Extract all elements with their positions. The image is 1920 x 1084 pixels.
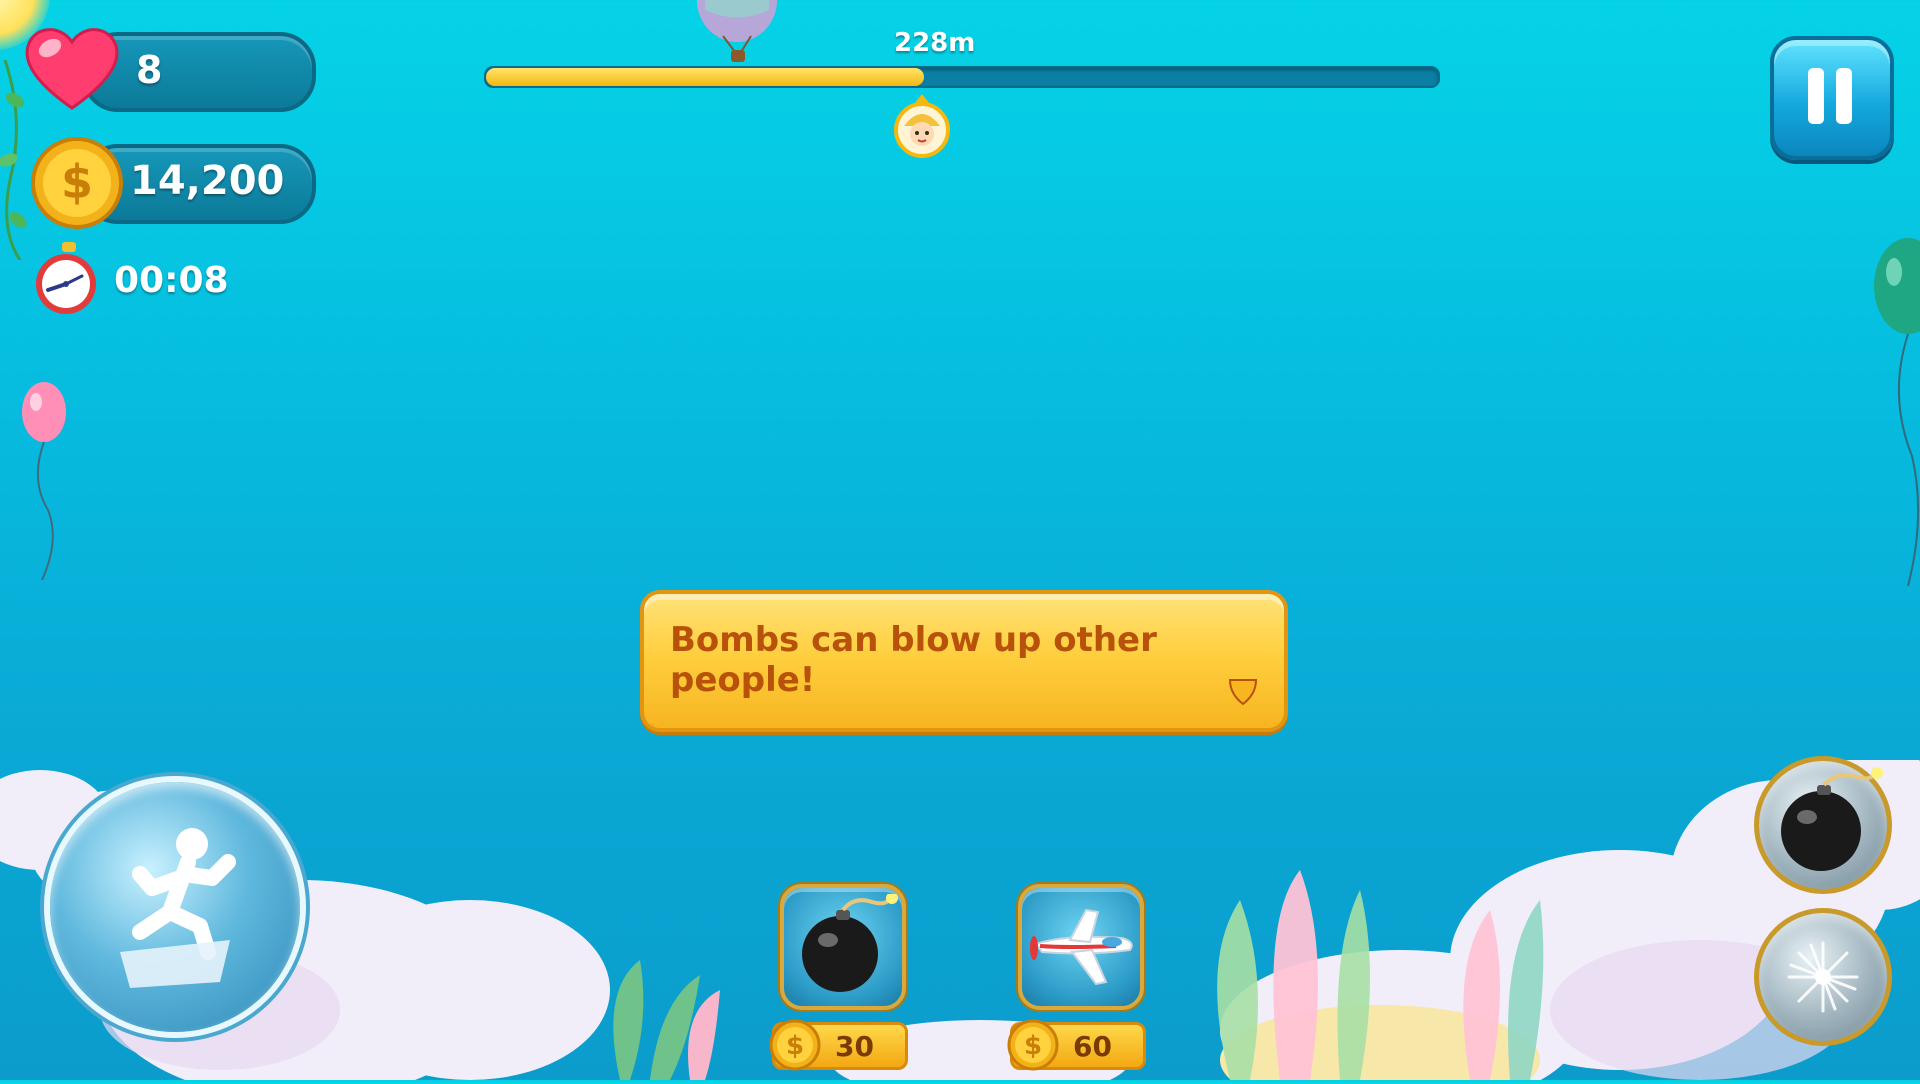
coins-count: 14,200 [130, 158, 285, 204]
hint-tooltip[interactable]: Bombs can blow up other people! [640, 590, 1288, 732]
timer-display: 00:08 [114, 260, 229, 301]
airplane-icon [1026, 904, 1140, 990]
distance-label: 228m [894, 28, 976, 58]
lives-count: 8 [136, 48, 163, 92]
green-balloon-decoration [1868, 236, 1920, 587]
hot-air-balloon-decoration [695, 0, 785, 65]
pause-button[interactable] [1770, 36, 1894, 160]
airplane-price-tag: $ 60 [1007, 1019, 1146, 1071]
player-marker-icon [893, 94, 950, 158]
svg-text:$: $ [786, 1031, 804, 1061]
svg-text:$: $ [61, 155, 93, 209]
bomb-price-tag: $ 30 [769, 1019, 908, 1071]
heart-icon [22, 22, 122, 112]
jump-button[interactable] [50, 782, 300, 1032]
airplane-item-button[interactable] [1018, 884, 1144, 1010]
bomb-action-button[interactable] [1754, 756, 1892, 894]
bomb-icon [1771, 767, 1891, 877]
alarm-clock-icon [32, 238, 102, 318]
burst-icon [1783, 937, 1863, 1017]
jumping-man-icon [100, 822, 250, 992]
pink-balloon-decoration [20, 380, 70, 581]
dollar-coin-icon: $ [1007, 1019, 1059, 1071]
dollar-coin-icon: $ [769, 1019, 821, 1071]
distance-progress-fill [486, 68, 924, 86]
airplane-price: 60 [1073, 1030, 1112, 1063]
hint-text: Bombs can blow up other people! [670, 620, 1157, 700]
continue-arrow-icon [1226, 676, 1260, 706]
boost-action-button[interactable] [1754, 908, 1892, 1046]
distance-progress-bar [484, 66, 1440, 88]
bomb-icon [794, 892, 904, 998]
bomb-price: 30 [835, 1030, 874, 1063]
svg-text:$: $ [1024, 1031, 1042, 1061]
dollar-coin-icon: $ [30, 136, 124, 230]
bomb-item-button[interactable] [780, 884, 906, 1010]
